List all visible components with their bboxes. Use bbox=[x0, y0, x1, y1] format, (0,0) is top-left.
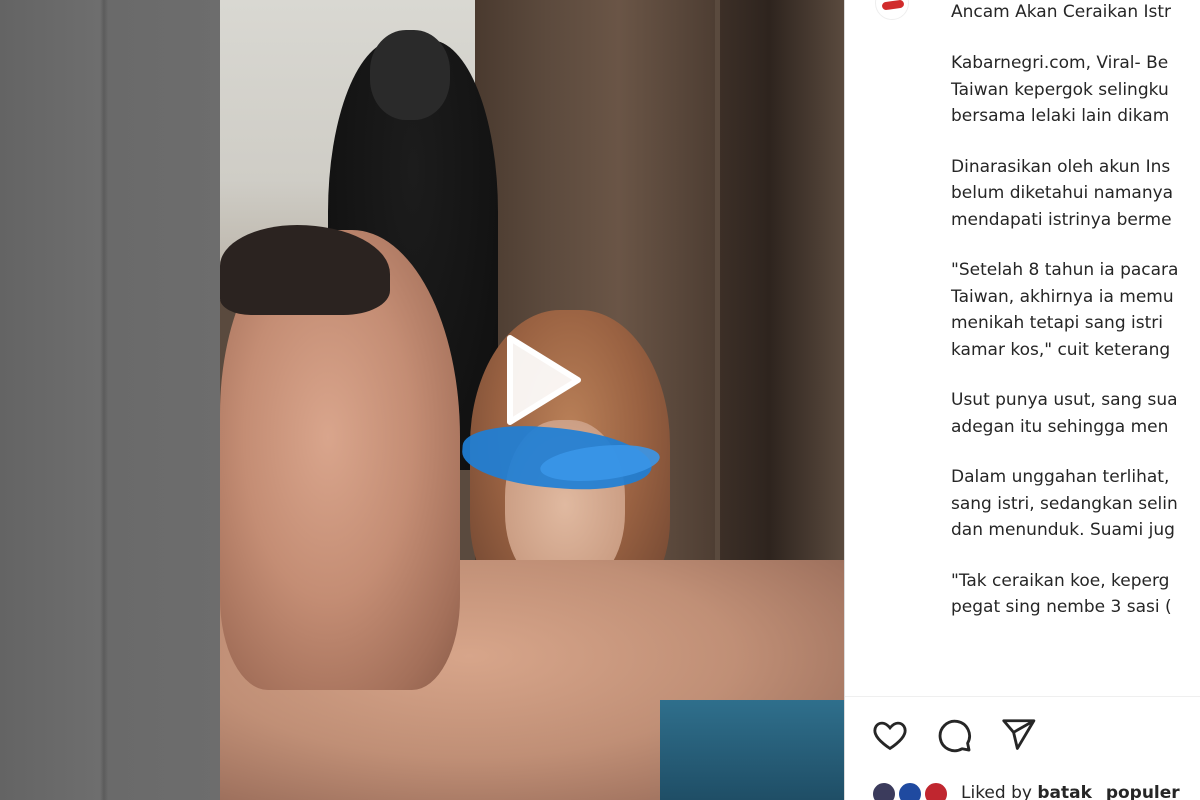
caption-line: mendapati istrinya berme bbox=[951, 209, 1172, 230]
avatar[interactable] bbox=[875, 0, 909, 20]
caption-line: bersama lelaki lain dikam bbox=[951, 106, 1170, 126]
caption-line: adegan itu sehingga men bbox=[951, 416, 1169, 437]
caption-paragraph: "Setelah 8 tahun ia pacara Taiwan, akhirn… bbox=[951, 257, 1200, 363]
caption-line: pegat sing nembe 3 sasi ( bbox=[951, 597, 1172, 617]
play-button[interactable] bbox=[488, 330, 588, 430]
caption-line: menikah tetapi sang istri bbox=[951, 313, 1163, 333]
caption-line: kamar kos," cuit keterang bbox=[951, 339, 1171, 360]
avatar bbox=[871, 781, 897, 800]
caption-line: Taiwan kepergok selingku bbox=[951, 79, 1169, 100]
post-actions bbox=[871, 716, 1037, 756]
liker-username[interactable]: batak_ bbox=[1037, 783, 1100, 800]
caption-paragraph: "Tak ceraikan koe, keperg pegat sing nemb… bbox=[951, 568, 1200, 621]
avatar bbox=[897, 781, 923, 800]
caption-paragraph: Dinarasikan oleh akun Ins belum diketahui… bbox=[951, 154, 1200, 234]
post-caption: Kabarnegri.com, Viral- Be Taiwan kepergok… bbox=[951, 50, 1200, 645]
liker-avatars bbox=[871, 779, 953, 800]
like-button[interactable] bbox=[871, 716, 909, 754]
caption-line: Usut punya usut, sang sua bbox=[951, 390, 1178, 410]
caption-paragraph: Usut punya usut, sang sua adegan itu sehi… bbox=[951, 387, 1200, 440]
caption-paragraph: Dalam unggahan terlihat, sang istri, seda… bbox=[951, 464, 1200, 544]
liker-username[interactable]: populer bbox=[1106, 783, 1180, 800]
comment-button[interactable] bbox=[935, 716, 973, 754]
post-panel: Ancam Akan Ceraikan Istr Kabarnegri.com,… bbox=[844, 0, 1200, 800]
caption-line: "Tak ceraikan koe, keperg bbox=[951, 570, 1170, 591]
caption-line: "Setelah 8 tahun ia pacara bbox=[951, 260, 1179, 280]
video-player[interactable] bbox=[220, 0, 844, 800]
caption-line: Taiwan, akhirnya ia memu bbox=[951, 286, 1174, 307]
share-button[interactable] bbox=[999, 716, 1037, 754]
likes-text: Liked by batak_ populer bbox=[961, 783, 1180, 800]
share-icon bbox=[1002, 719, 1036, 750]
divider bbox=[845, 696, 1200, 697]
avatar bbox=[923, 781, 949, 800]
comment-icon bbox=[938, 719, 971, 753]
caption-line: Kabarnegri.com, Viral- Be bbox=[951, 53, 1169, 73]
post-header: Ancam Akan Ceraikan Istr bbox=[845, 0, 1200, 28]
heart-icon bbox=[873, 721, 907, 751]
background-left bbox=[0, 0, 220, 800]
post-headline: Ancam Akan Ceraikan Istr bbox=[951, 2, 1172, 22]
caption-line: sang istri, sedangkan selin bbox=[951, 493, 1178, 514]
caption-line: belum diketahui namanya bbox=[951, 183, 1174, 203]
caption-paragraph: Kabarnegri.com, Viral- Be Taiwan kepergok… bbox=[951, 50, 1200, 130]
play-icon bbox=[507, 335, 581, 425]
caption-line: Dinarasikan oleh akun Ins bbox=[951, 156, 1171, 177]
caption-line: dan menunduk. Suami jug bbox=[951, 520, 1175, 540]
caption-line: Dalam unggahan terlihat, bbox=[951, 467, 1170, 487]
likes-row: Liked by batak_ populer bbox=[871, 778, 1180, 800]
